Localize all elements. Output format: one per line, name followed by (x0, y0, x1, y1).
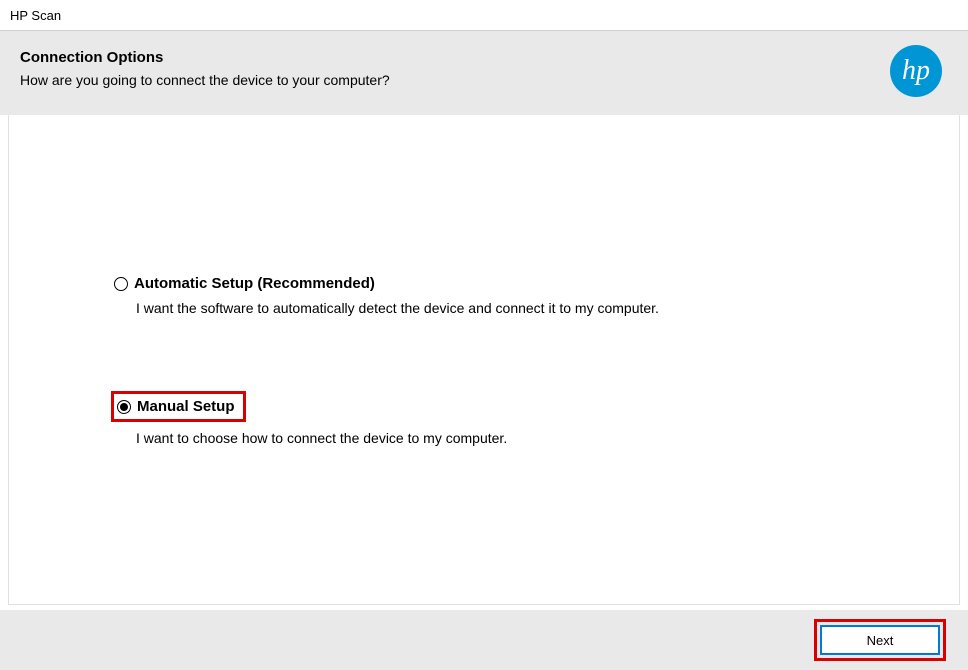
highlight-box: Manual Setup (111, 391, 246, 422)
radio-row[interactable]: Automatic Setup (Recommended) (114, 275, 959, 292)
window-title-bar: HP Scan (0, 0, 968, 30)
radio-label-automatic: Automatic Setup (Recommended) (134, 275, 375, 292)
radio-description-manual: I want to choose how to connect the devi… (136, 430, 959, 446)
footer-bar: Next (0, 610, 968, 670)
window-title: HP Scan (10, 8, 61, 23)
main-panel: Automatic Setup (Recommended) I want the… (8, 115, 960, 605)
radio-button-icon[interactable] (114, 277, 128, 291)
radio-label-manual: Manual Setup (137, 398, 235, 415)
next-button-highlight: Next (814, 619, 946, 661)
header-text: Connection Options How are you going to … (20, 49, 890, 88)
page-title: Connection Options (20, 49, 890, 66)
header-section: Connection Options How are you going to … (0, 30, 968, 115)
radio-button-icon[interactable] (117, 400, 131, 414)
radio-description-automatic: I want the software to automatically det… (136, 300, 959, 316)
next-button-label: Next (867, 633, 894, 648)
next-button[interactable]: Next (820, 625, 940, 655)
radio-option-automatic[interactable]: Automatic Setup (Recommended) I want the… (114, 275, 959, 316)
page-subtitle: How are you going to connect the device … (20, 72, 890, 88)
radio-option-manual[interactable]: Manual Setup I want to choose how to con… (114, 391, 959, 446)
options-container: Automatic Setup (Recommended) I want the… (9, 115, 959, 446)
hp-logo-icon: hp (890, 45, 942, 97)
